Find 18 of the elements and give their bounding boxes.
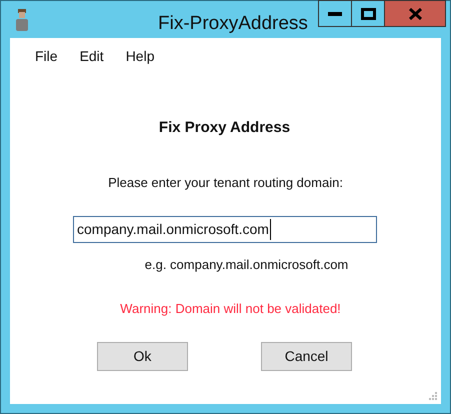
cancel-button[interactable]: Cancel <box>261 342 352 371</box>
resize-grip-icon <box>428 391 437 400</box>
example-text: e.g. company.mail.onmicrosoft.com <box>144 256 350 274</box>
maximize-icon <box>360 8 376 20</box>
close-icon <box>408 8 422 20</box>
window-title: Fix-ProxyAddress <box>158 12 308 36</box>
prompt-text: Please enter your tenant routing domain: <box>107 174 344 192</box>
dialog-heading: Fix Proxy Address <box>158 118 292 138</box>
close-button[interactable] <box>385 0 446 27</box>
domain-input-field[interactable]: company.mail.onmicrosoft.com <box>73 216 377 243</box>
minimize-button[interactable] <box>318 0 352 27</box>
warning-text: Warning: Domain will not be validated! <box>119 300 342 318</box>
ok-button[interactable]: Ok <box>97 342 188 371</box>
menu-item[interactable]: Edit <box>72 46 111 67</box>
person-icon <box>15 9 29 31</box>
menu-item[interactable]: Help <box>118 46 162 67</box>
menu-item[interactable]: File <box>28 46 65 67</box>
minimize-icon <box>328 12 342 16</box>
